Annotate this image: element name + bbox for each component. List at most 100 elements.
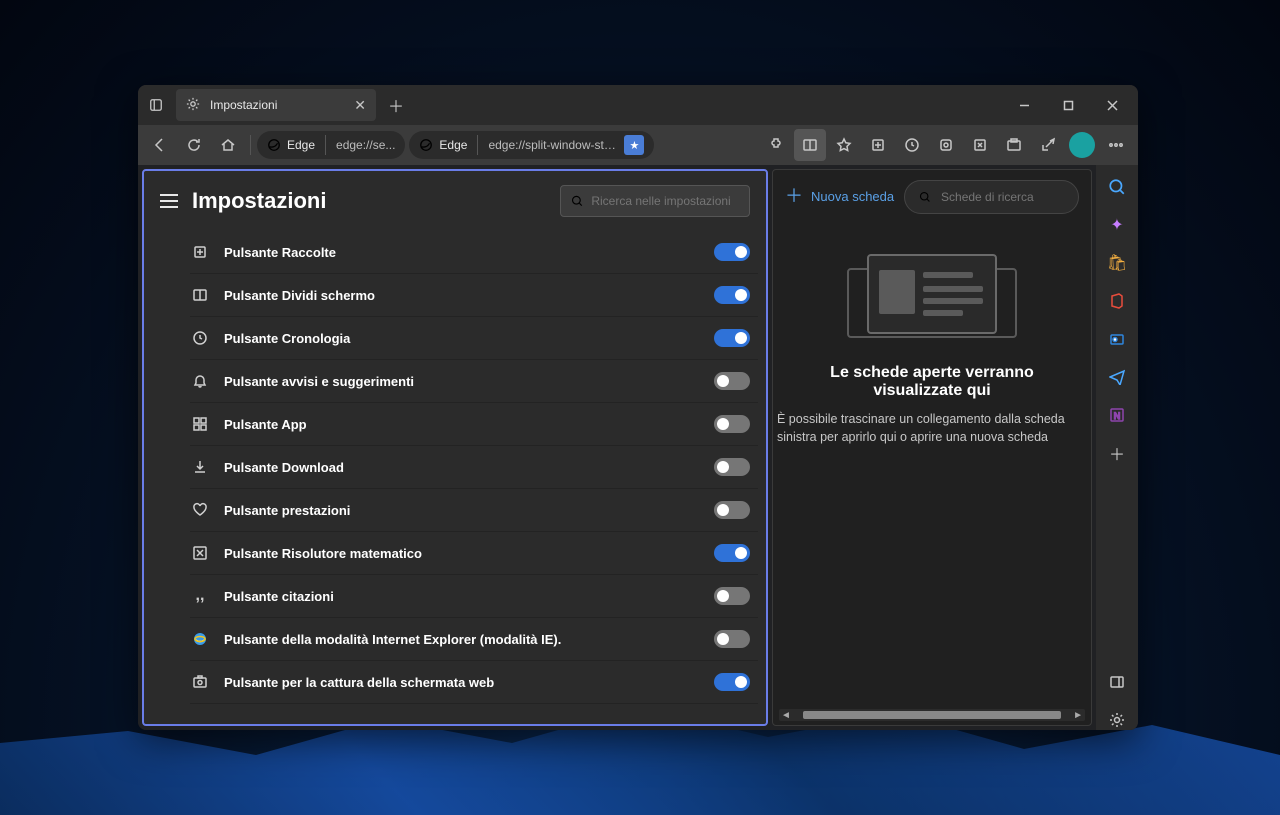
ie-icon bbox=[190, 629, 210, 649]
settings-row: ,,Pulsante citazioni bbox=[190, 575, 758, 618]
new-tab-button[interactable]: ＋ bbox=[382, 91, 410, 119]
settings-search-input[interactable] bbox=[591, 194, 739, 208]
toolbar: Edge edge://se... Edge edge://split-wind… bbox=[138, 125, 1138, 165]
settings-row-label: Pulsante citazioni bbox=[224, 589, 714, 604]
minimize-button[interactable] bbox=[1002, 89, 1046, 121]
collections-button[interactable] bbox=[862, 129, 894, 161]
settings-toggle[interactable] bbox=[714, 372, 750, 390]
math-button[interactable] bbox=[964, 129, 996, 161]
history-icon bbox=[190, 328, 210, 348]
sidebar-discover-icon[interactable]: ✦ bbox=[1107, 215, 1127, 235]
capture-icon bbox=[190, 672, 210, 692]
svg-text:N: N bbox=[1114, 411, 1121, 421]
settings-toggle[interactable] bbox=[714, 286, 750, 304]
hamburger-menu-button[interactable] bbox=[160, 194, 178, 208]
download-icon bbox=[190, 457, 210, 477]
sidebar-hide-icon[interactable] bbox=[1107, 672, 1127, 692]
share-button[interactable] bbox=[1032, 129, 1064, 161]
split-screen-button[interactable] bbox=[794, 129, 826, 161]
settings-toggle[interactable] bbox=[714, 243, 750, 261]
settings-row: Pulsante avvisi e suggerimenti bbox=[190, 360, 758, 403]
capture-button[interactable] bbox=[998, 129, 1030, 161]
favorites-button[interactable] bbox=[828, 129, 860, 161]
split-subtext: È possibile trascinare un collegamento d… bbox=[773, 400, 1091, 446]
settings-row-label: Pulsante Risolutore matematico bbox=[224, 546, 714, 561]
plus-icon: ＋ bbox=[785, 186, 803, 208]
settings-row-label: Pulsante App bbox=[224, 417, 714, 432]
split-search[interactable] bbox=[904, 180, 1079, 214]
profile-button[interactable] bbox=[1066, 129, 1098, 161]
sidebar-shopping-icon[interactable]: 🛍 bbox=[1107, 253, 1127, 273]
bell-icon bbox=[190, 371, 210, 391]
home-button[interactable] bbox=[212, 129, 244, 161]
favorite-star-icon[interactable]: ★ bbox=[624, 135, 644, 155]
settings-row: Pulsante Cronologia bbox=[190, 317, 758, 360]
horizontal-scrollbar[interactable]: ◄► bbox=[779, 709, 1085, 721]
settings-toggle[interactable] bbox=[714, 587, 750, 605]
settings-title: Impostazioni bbox=[192, 188, 546, 214]
address-right[interactable]: Edge edge://split-window-sta... ★ bbox=[409, 131, 654, 159]
refresh-button[interactable] bbox=[178, 129, 210, 161]
settings-row: Pulsante prestazioni bbox=[190, 489, 758, 532]
back-button[interactable] bbox=[144, 129, 176, 161]
apps-icon bbox=[190, 414, 210, 434]
split-icon bbox=[190, 285, 210, 305]
search-icon bbox=[919, 190, 931, 204]
settings-row-label: Pulsante prestazioni bbox=[224, 503, 714, 518]
address-left[interactable]: Edge edge://se... bbox=[257, 131, 405, 159]
maximize-button[interactable] bbox=[1046, 89, 1090, 121]
settings-toggle[interactable] bbox=[714, 544, 750, 562]
split-search-input[interactable] bbox=[941, 190, 1064, 204]
math-icon bbox=[190, 543, 210, 563]
settings-toggle[interactable] bbox=[714, 673, 750, 691]
settings-toggle[interactable] bbox=[714, 329, 750, 347]
split-pane: ＋ Nuova scheda Le schede aperte bbox=[772, 169, 1092, 726]
split-new-tab-button[interactable]: ＋ Nuova scheda bbox=[785, 186, 894, 208]
settings-row: Pulsante Dividi schermo bbox=[190, 274, 758, 317]
settings-row-label: Pulsante Download bbox=[224, 460, 714, 475]
history-button[interactable] bbox=[896, 129, 928, 161]
split-heading: Le schede aperte verranno visualizzate q… bbox=[773, 364, 1091, 400]
settings-toggle[interactable] bbox=[714, 630, 750, 648]
sidebar-office-icon[interactable] bbox=[1107, 291, 1127, 311]
search-icon bbox=[571, 194, 583, 208]
sidebar-outlook-icon[interactable] bbox=[1107, 329, 1127, 349]
sidebar-onenote-icon[interactable]: N bbox=[1107, 405, 1127, 425]
avatar-icon bbox=[1069, 132, 1095, 158]
tabs-illustration bbox=[842, 254, 1022, 344]
settings-row-label: Pulsante Cronologia bbox=[224, 331, 714, 346]
close-window-button[interactable] bbox=[1090, 89, 1134, 121]
edge-logo-icon bbox=[267, 138, 281, 152]
settings-row: Pulsante Raccolte bbox=[190, 231, 758, 274]
edge-sidebar: ✦ 🛍 N ＋ bbox=[1096, 165, 1138, 730]
settings-toggle[interactable] bbox=[714, 458, 750, 476]
sidebar-search-icon[interactable] bbox=[1107, 177, 1127, 197]
heart-icon bbox=[190, 500, 210, 520]
settings-row-label: Pulsante avvisi e suggerimenti bbox=[224, 374, 714, 389]
settings-row: Pulsante per la cattura della schermata … bbox=[190, 661, 758, 704]
app-button[interactable] bbox=[930, 129, 962, 161]
settings-toggle[interactable] bbox=[714, 501, 750, 519]
settings-toggle[interactable] bbox=[714, 415, 750, 433]
tab-title: Impostazioni bbox=[210, 98, 346, 112]
tab-actions-button[interactable] bbox=[142, 91, 170, 119]
titlebar: Impostazioni ✕ ＋ bbox=[138, 85, 1138, 125]
gear-icon bbox=[186, 97, 202, 113]
settings-pane: Impostazioni Pulsante Raccolte Pulsante D… bbox=[142, 169, 768, 726]
sidebar-send-icon[interactable] bbox=[1107, 367, 1127, 387]
settings-row-label: Pulsante Dividi schermo bbox=[224, 288, 714, 303]
settings-row: Pulsante della modalità Internet Explore… bbox=[190, 618, 758, 661]
extensions-button[interactable] bbox=[760, 129, 792, 161]
settings-row: Pulsante App bbox=[190, 403, 758, 446]
settings-row-label: Pulsante della modalità Internet Explore… bbox=[224, 632, 714, 647]
more-button[interactable] bbox=[1100, 129, 1132, 161]
settings-search[interactable] bbox=[560, 185, 750, 217]
edge-logo-icon bbox=[419, 138, 433, 152]
settings-list[interactable]: Pulsante Raccolte Pulsante Dividi schermo… bbox=[144, 231, 766, 724]
sidebar-add-icon[interactable]: ＋ bbox=[1107, 443, 1127, 463]
sidebar-settings-icon[interactable] bbox=[1107, 710, 1127, 730]
browser-window: Impostazioni ✕ ＋ Edge edge://se... Edge … bbox=[138, 85, 1138, 730]
close-tab-icon[interactable]: ✕ bbox=[354, 97, 366, 114]
browser-tab[interactable]: Impostazioni ✕ bbox=[176, 89, 376, 121]
collections-icon bbox=[190, 242, 210, 262]
